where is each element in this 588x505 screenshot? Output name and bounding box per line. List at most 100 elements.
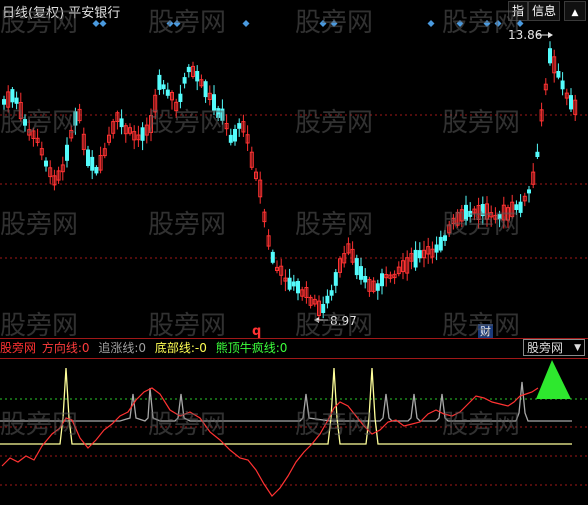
candle — [443, 230, 447, 246]
candle — [48, 160, 53, 184]
indicator-chart[interactable] — [0, 358, 588, 505]
candle — [371, 277, 376, 294]
candle — [350, 241, 355, 265]
candle — [510, 194, 515, 219]
finance-marker[interactable]: 财 — [480, 324, 491, 338]
chart-title: 日线(复权) 平安银行 — [2, 6, 121, 21]
candle-body — [161, 84, 166, 90]
candle — [468, 202, 473, 223]
event-markers[interactable] — [92, 20, 524, 27]
candle — [207, 85, 212, 106]
candle — [405, 250, 410, 281]
candle — [514, 200, 519, 215]
candle — [111, 118, 116, 139]
bottom-line-label: 底部线: — [154, 341, 195, 355]
candle — [451, 214, 456, 230]
scroll-up-button[interactable]: ▲ — [564, 1, 586, 21]
candle — [216, 105, 221, 121]
candle — [333, 269, 338, 294]
candle — [413, 241, 418, 271]
candle-body — [44, 160, 48, 167]
candle — [354, 254, 359, 280]
candle-body — [140, 127, 145, 141]
candle — [178, 84, 183, 109]
bear-bull-line-value: 0 — [279, 341, 288, 355]
candle — [506, 204, 510, 228]
candle-body — [165, 89, 170, 96]
candle-body — [569, 95, 573, 110]
diamond-icon — [166, 20, 174, 27]
bear-bull-line-label: 熊顶牛疯线: — [215, 341, 280, 355]
candle-body — [186, 66, 191, 73]
candle — [489, 205, 494, 227]
candle-body — [434, 244, 439, 253]
candle — [212, 85, 216, 116]
candle — [165, 82, 170, 99]
candle — [455, 209, 460, 228]
diamond-icon — [494, 20, 502, 27]
candle — [459, 205, 464, 227]
candle — [296, 278, 300, 301]
candle — [149, 108, 153, 142]
candle-body — [518, 201, 523, 213]
diamond-icon — [516, 20, 524, 27]
candle — [287, 268, 292, 292]
index-button[interactable]: 指 — [508, 1, 529, 21]
diamond-icon — [242, 20, 250, 27]
candle — [73, 107, 78, 135]
candle — [346, 237, 351, 256]
q-marker[interactable]: q — [252, 324, 261, 339]
candle — [522, 192, 527, 207]
candle-body — [375, 283, 380, 291]
candle — [375, 279, 380, 300]
candle — [18, 92, 23, 122]
candle — [233, 124, 237, 146]
diamond-icon — [173, 20, 181, 27]
candle-body — [2, 99, 6, 105]
high-price-label: 13.86 — [508, 28, 553, 42]
indicator-header: 股旁网 方向线:0 追涨线:0 底部线:-0 熊顶牛疯线:0 — [0, 340, 588, 358]
candle-body — [438, 236, 443, 251]
candle-body — [233, 129, 237, 142]
candle — [359, 257, 363, 285]
candle-body — [296, 281, 300, 294]
candle — [409, 247, 414, 270]
candle-body — [10, 89, 15, 103]
candle — [128, 123, 132, 136]
candle — [23, 114, 27, 132]
candle-body — [413, 249, 418, 268]
candle — [182, 72, 187, 89]
candle — [241, 114, 246, 137]
candle — [39, 141, 44, 161]
candle-body — [65, 144, 69, 161]
candle — [2, 95, 6, 110]
price-chart[interactable]: 13.86 8.97 q 财 — [0, 20, 588, 340]
candle-body — [237, 123, 242, 129]
low-price-label: 8.97 — [314, 314, 357, 328]
candle-body — [480, 204, 485, 217]
candle-body — [468, 210, 473, 217]
candle — [342, 245, 347, 268]
candle-body — [73, 111, 78, 126]
candle — [493, 207, 498, 224]
candle — [132, 125, 137, 150]
candle — [107, 126, 111, 146]
triangle-up-icon: ▲ — [571, 8, 579, 18]
candle-body — [359, 266, 363, 280]
candle-body — [497, 214, 502, 220]
diamond-icon — [99, 20, 107, 27]
info-button[interactable]: 信息 — [528, 1, 561, 21]
candle — [249, 146, 254, 170]
candle — [258, 171, 263, 204]
candle — [228, 128, 233, 146]
candle — [283, 269, 288, 292]
candle — [90, 150, 95, 180]
indicator-selector[interactable]: 股旁网 ▼ — [523, 339, 585, 356]
candle-body — [321, 304, 326, 313]
candle — [10, 87, 15, 108]
candle — [539, 102, 544, 127]
candle-body — [157, 74, 162, 90]
candle — [392, 270, 397, 285]
candle — [203, 79, 208, 103]
candle — [417, 242, 422, 263]
